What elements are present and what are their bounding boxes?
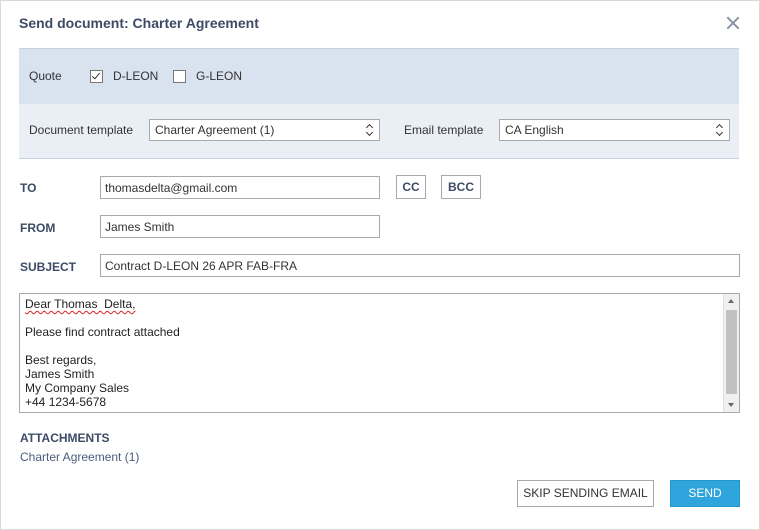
dialog-title: Send document: Charter Agreement <box>19 15 259 31</box>
skip-sending-email-button[interactable]: SKIP SENDING EMAIL <box>517 480 654 507</box>
close-icon[interactable] <box>724 14 742 32</box>
checkbox-checked-icon[interactable] <box>90 69 103 83</box>
from-input[interactable] <box>100 215 380 238</box>
body-line: Please find contract attached <box>25 325 180 339</box>
email-template-select[interactable]: CA English <box>499 119 730 141</box>
email-template-label: Email template <box>404 123 484 137</box>
body-line: My Company Sales <box>25 381 130 395</box>
select-arrows-icon <box>366 124 374 136</box>
subject-label: SUBJECT <box>20 260 77 274</box>
quote-label: Quote <box>29 69 62 83</box>
attachment-link[interactable]: Charter Agreement (1) <box>20 450 139 464</box>
email-body-textarea[interactable]: Dear Thomas Delta, Please find contract … <box>19 293 740 413</box>
body-line: Best regards, <box>25 353 97 367</box>
body-line: James Smith <box>25 367 95 381</box>
quote-option-label: G-LEON <box>196 69 243 83</box>
scroll-down-icon[interactable] <box>728 403 734 407</box>
document-template-value: Charter Agreement (1) <box>155 123 275 137</box>
scroll-up-icon[interactable] <box>728 299 734 303</box>
quote-section: Quote D-LEON G-LEON <box>19 48 739 105</box>
subject-input[interactable] <box>100 254 740 277</box>
quote-option-d-leon[interactable]: D-LEON <box>90 69 158 83</box>
bcc-button[interactable]: BCC <box>441 175 481 199</box>
checkbox-unchecked-icon[interactable] <box>173 69 186 83</box>
to-label: TO <box>20 181 37 195</box>
email-body-text[interactable]: Dear Thomas Delta, Please find contract … <box>25 297 180 409</box>
cc-button[interactable]: CC <box>396 175 426 199</box>
document-template-label: Document template <box>29 123 134 137</box>
scroll-thumb[interactable] <box>726 310 737 394</box>
quote-option-label: D-LEON <box>113 69 159 83</box>
document-template-select[interactable]: Charter Agreement (1) <box>149 119 380 141</box>
select-arrows-icon <box>716 124 724 136</box>
quote-option-g-leon[interactable]: G-LEON <box>173 69 242 83</box>
from-label: FROM <box>20 221 56 235</box>
template-section: Document template Charter Agreement (1) … <box>19 104 739 159</box>
body-line: +44 1234-5678 <box>25 395 107 409</box>
body-line: Dear Thomas Delta, <box>25 297 136 311</box>
send-document-dialog: Send document: Charter Agreement Quote D… <box>0 0 760 530</box>
body-scrollbar[interactable] <box>723 294 739 412</box>
attachments-title: ATTACHMENTS <box>20 431 110 445</box>
send-button[interactable]: SEND <box>670 480 740 507</box>
email-template-value: CA English <box>505 123 564 137</box>
to-input[interactable] <box>100 176 380 199</box>
